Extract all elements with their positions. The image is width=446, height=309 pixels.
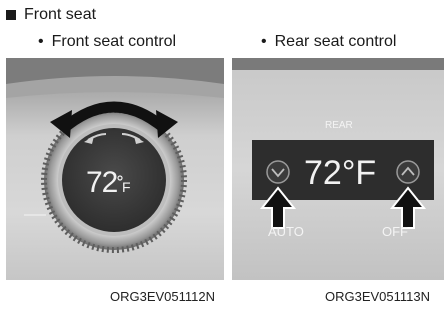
temperature-down-icon bbox=[266, 160, 290, 184]
front-image-code: ORG3EV051112N bbox=[110, 289, 216, 304]
temperature-up-icon bbox=[396, 160, 420, 184]
front-temperature-unit: F bbox=[122, 179, 131, 195]
rear-panel-label: REAR bbox=[325, 120, 353, 131]
square-bullet-icon bbox=[6, 10, 16, 20]
off-label: OFF bbox=[382, 224, 408, 239]
rear-image-code: ORG3EV051113N bbox=[325, 289, 431, 304]
auto-label: AUTO bbox=[268, 224, 304, 239]
section-title: Front seat bbox=[24, 6, 97, 23]
front-caption-text: Front seat control bbox=[51, 33, 177, 50]
rear-caption: • Rear seat control bbox=[261, 33, 396, 51]
section-heading: Front seat bbox=[6, 6, 96, 24]
front-seat-control-image: 72 F bbox=[6, 58, 224, 280]
rear-seat-control-image: REAR 72°F AUTO OFF bbox=[232, 58, 444, 280]
front-temperature-value: 72 bbox=[86, 166, 118, 199]
rear-temperature-value: 72°F bbox=[304, 154, 376, 192]
rear-caption-text: Rear seat control bbox=[274, 33, 397, 50]
bullet-dot-icon: • bbox=[261, 33, 267, 50]
bullet-dot-icon: • bbox=[38, 33, 44, 50]
front-caption: • Front seat control bbox=[38, 33, 176, 51]
